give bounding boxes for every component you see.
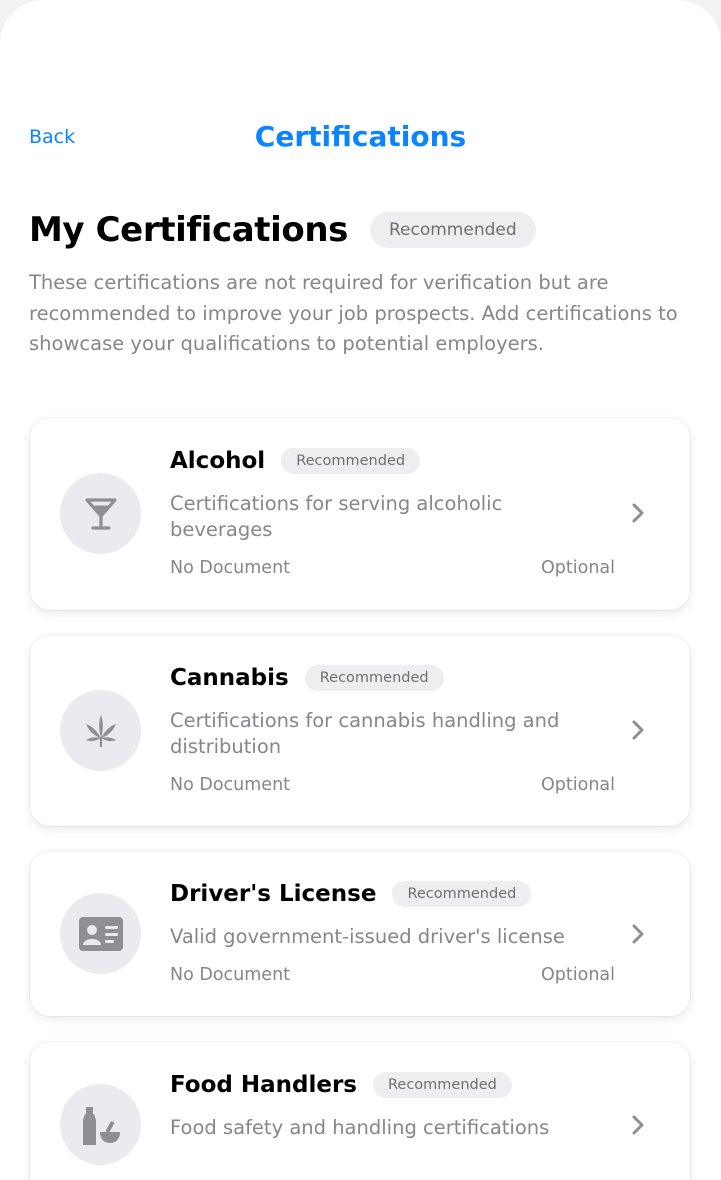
certification-card-food-handlers[interactable]: Food Handlers Recommended Food safety an… <box>30 1042 690 1180</box>
food-bottle-bowl-icon <box>60 1084 141 1165</box>
recommended-badge: Recommended <box>369 212 536 248</box>
recommended-badge: Recommended <box>281 448 421 474</box>
card-header: Driver's License Recommended <box>170 881 532 907</box>
recommended-badge: Recommended <box>304 665 444 691</box>
card-header: Food Handlers Recommended <box>170 1072 512 1098</box>
certification-card-drivers-license[interactable]: Driver's License Recommended Valid gover… <box>30 851 690 1016</box>
requirement-label: Optional <box>541 965 615 985</box>
modal-sheet: Back Certifications My Certifications Re… <box>0 0 721 1180</box>
section-header: My Certifications Recommended <box>29 210 536 250</box>
chevron-right-icon <box>628 500 648 526</box>
card-description: Certifications for cannabis handling and… <box>170 709 560 758</box>
recommended-badge: Recommended <box>392 881 532 907</box>
chevron-right-icon <box>628 717 648 743</box>
chevron-right-icon <box>628 921 648 947</box>
document-status: No Document <box>170 558 291 578</box>
requirement-label: Optional <box>541 775 615 795</box>
recommended-badge: Recommended <box>372 1072 512 1098</box>
card-title: Driver's License <box>170 881 377 907</box>
card-description: Certifications for serving alcoholic bev… <box>170 492 503 541</box>
card-header: Alcohol Recommended <box>170 448 421 474</box>
card-title: Food Handlers <box>170 1072 357 1098</box>
page-title: Certifications <box>254 120 467 153</box>
card-header: Cannabis Recommended <box>170 665 444 691</box>
certification-card-cannabis[interactable]: Cannabis Recommended Certifications for … <box>30 635 690 826</box>
card-description: Food safety and handling certifications <box>170 1116 550 1139</box>
cocktail-glass-icon <box>60 473 141 554</box>
section-description: These certifications are not required fo… <box>29 271 678 355</box>
cannabis-leaf-icon <box>60 690 141 771</box>
id-card-icon <box>60 893 141 974</box>
document-status: No Document <box>170 775 291 795</box>
card-title: Alcohol <box>170 448 266 474</box>
document-status: No Document <box>170 965 291 985</box>
section-title: My Certifications <box>29 210 348 250</box>
card-description: Valid government-issued driver's license <box>170 925 565 948</box>
card-title: Cannabis <box>170 665 289 691</box>
chevron-right-icon <box>628 1112 648 1138</box>
requirement-label: Optional <box>541 558 615 578</box>
certification-card-alcohol[interactable]: Alcohol Recommended Certifications for s… <box>30 418 690 610</box>
